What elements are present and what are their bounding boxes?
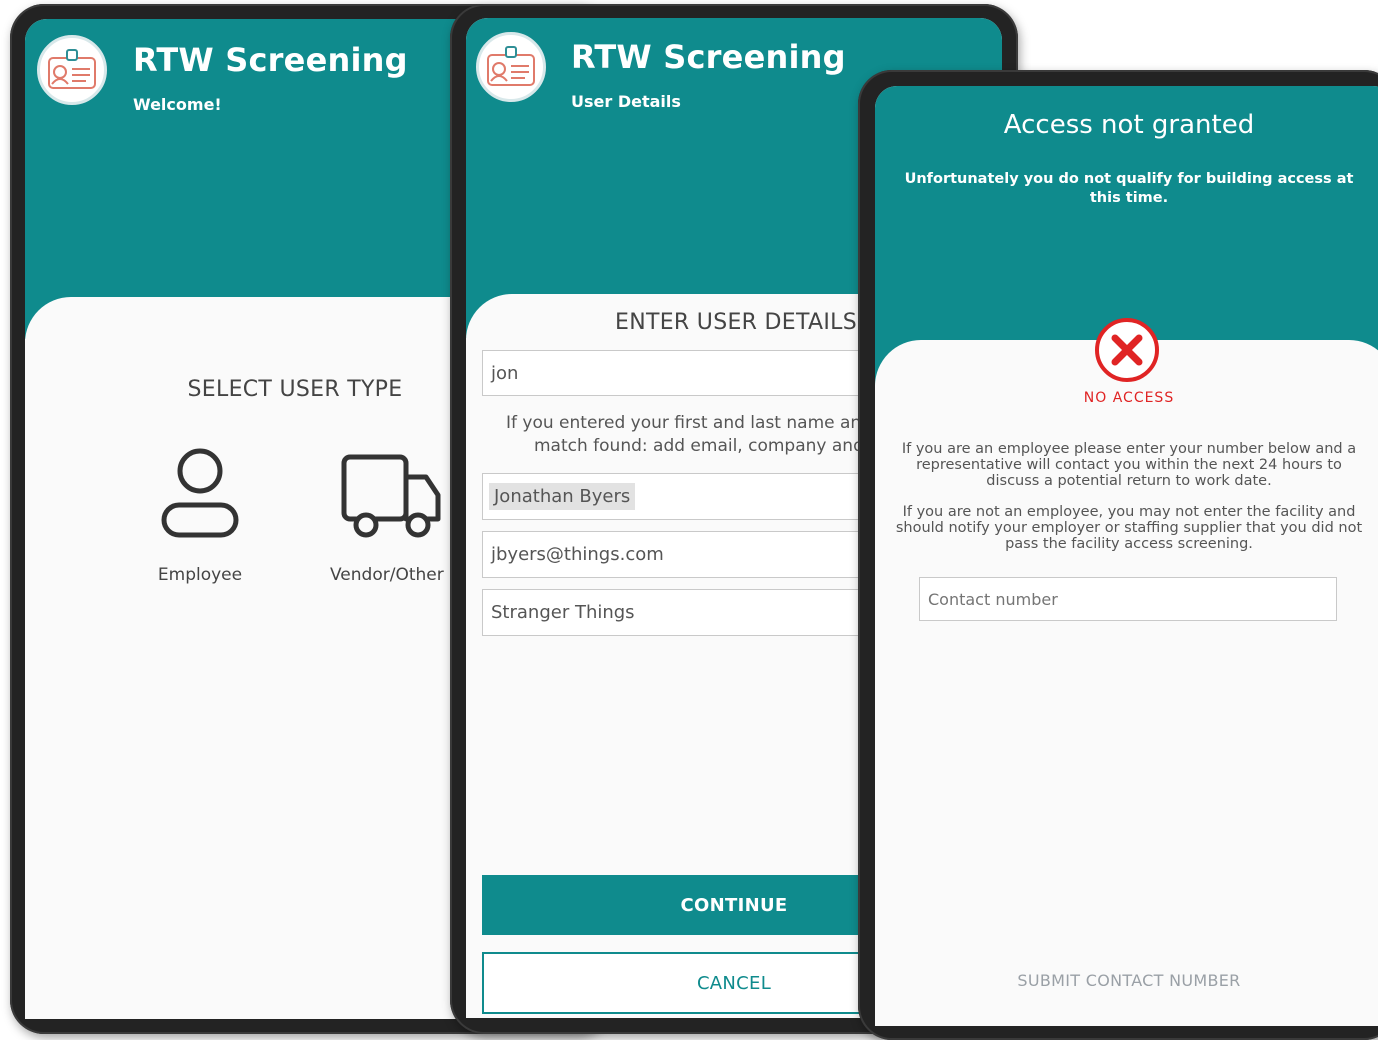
non-employee-instructions-line3: pass the facility access screening. — [1005, 536, 1253, 552]
option-employee[interactable]: Employee — [145, 447, 255, 597]
tablet-denied: Access not granted Unfortunately you do … — [858, 70, 1378, 1040]
no-access-label: NO ACCESS — [1083, 390, 1175, 406]
non-employee-instructions-line1: If you are not an employee, you may not … — [902, 504, 1356, 520]
employee-instructions-line2: representative will contact you within t… — [916, 457, 1342, 473]
screen-subtitle: Welcome! — [133, 95, 222, 114]
name-field-value: Jonathan Byers — [489, 483, 636, 510]
app-title: RTW Screening — [571, 38, 846, 76]
denied-heading: Access not granted — [1003, 110, 1255, 140]
option-vendor-label: Vendor/Other — [330, 565, 444, 585]
denied-subheading-line1: Unfortunately you do not qualify for bui… — [904, 171, 1354, 187]
non-employee-instructions-line2: should notify your employer or staffing … — [895, 520, 1363, 536]
option-employee-label: Employee — [157, 565, 243, 585]
screen-subtitle: User Details — [571, 92, 681, 111]
section-title: ENTER USER DETAILS — [615, 310, 857, 335]
match-hint-line2: match found: add email, company and — [534, 436, 864, 456]
employee-instructions-line3: discuss a potential return to work date. — [986, 473, 1272, 489]
option-vendor[interactable]: Vendor/Other — [330, 447, 470, 597]
app-logo-badge-icon — [37, 35, 107, 105]
person-icon — [161, 448, 239, 538]
app-logo-badge-icon — [476, 32, 546, 102]
no-access-x-icon — [1095, 318, 1159, 382]
section-title: SELECT USER TYPE — [187, 377, 403, 402]
employee-instructions-line1: If you are an employee please enter your… — [901, 441, 1357, 457]
denied-screen: Access not granted Unfortunately you do … — [875, 86, 1378, 1026]
denied-subheading-line2: this time. — [1089, 190, 1169, 206]
app-title: RTW Screening — [133, 41, 408, 79]
name-search-value: jon — [491, 362, 519, 384]
email-field-value: jbyers@things.com — [491, 544, 664, 565]
contact-number-input[interactable] — [919, 577, 1337, 621]
truck-icon — [341, 454, 441, 538]
match-hint-line1: If you entered your first and last name … — [506, 413, 872, 433]
submit-contact-button[interactable]: SUBMIT CONTACT NUMBER — [875, 971, 1378, 990]
company-field-value: Stranger Things — [491, 602, 635, 623]
